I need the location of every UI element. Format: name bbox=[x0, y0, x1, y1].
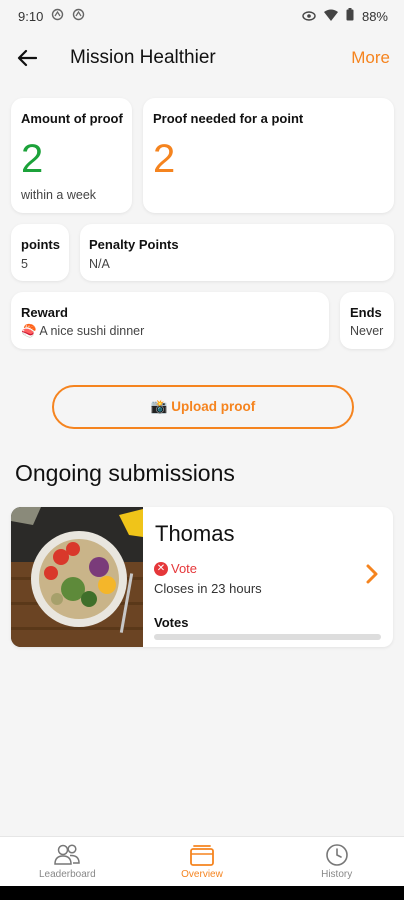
wifi-icon bbox=[323, 9, 338, 24]
submitter-name: Thomas bbox=[155, 521, 235, 546]
submission-card[interactable]: Thomas ✕ Vote Closes in 23 hours Votes bbox=[11, 507, 393, 647]
upload-proof-button[interactable]: 📸 Upload proof bbox=[52, 385, 354, 429]
bottom-nav: Leaderboard Overview History bbox=[0, 836, 404, 886]
section-title: Ongoing submissions bbox=[15, 460, 235, 486]
nav-overview[interactable]: Overview bbox=[135, 837, 270, 886]
reward-title: Reward bbox=[21, 305, 68, 320]
ends-card: Ends Never bbox=[340, 292, 394, 349]
battery-percent: 88% bbox=[361, 8, 388, 24]
vote-status[interactable]: ✕ Vote bbox=[154, 561, 197, 576]
amount-of-proof-card: Amount of proof 2 within a week bbox=[11, 98, 132, 213]
closes-text: Closes in 23 hours bbox=[154, 581, 262, 596]
penalty-points-title: Penalty Points bbox=[89, 237, 179, 252]
notification-icon-2 bbox=[72, 8, 85, 24]
clock-icon bbox=[325, 844, 348, 866]
proof-needed-card: Proof needed for a point 2 bbox=[143, 98, 394, 213]
battery-icon bbox=[346, 8, 354, 24]
penalty-points-card: Penalty Points N/A bbox=[80, 224, 394, 281]
amount-of-proof-subtitle: within a week bbox=[21, 188, 97, 202]
nav-label-leaderboard: Leaderboard bbox=[38, 869, 96, 880]
votes-label: Votes bbox=[154, 615, 189, 630]
chevron-right-icon[interactable] bbox=[365, 563, 379, 585]
more-button[interactable]: More bbox=[351, 48, 390, 68]
proof-needed-value: 2 bbox=[153, 137, 176, 181]
upload-proof-label: 📸 Upload proof bbox=[150, 399, 256, 414]
back-button[interactable] bbox=[14, 45, 40, 71]
nav-label-overview: Overview bbox=[181, 869, 223, 880]
status-time: 9:10 bbox=[18, 8, 44, 24]
nav-leaderboard[interactable]: Leaderboard bbox=[0, 837, 135, 886]
close-circle-icon: ✕ bbox=[154, 561, 168, 576]
notification-icon bbox=[51, 8, 64, 24]
app-bar: Mission Healthier More bbox=[0, 32, 404, 84]
penalty-points-value: N/A bbox=[89, 257, 110, 271]
arrow-left-icon bbox=[17, 49, 37, 67]
status-right: 88% bbox=[302, 8, 388, 24]
nav-label-history: History bbox=[321, 869, 353, 880]
reward-value: 🍣 A nice sushi dinner bbox=[21, 324, 145, 338]
ends-title: Ends bbox=[350, 305, 382, 320]
people-icon bbox=[54, 844, 81, 865]
eye-icon bbox=[302, 9, 316, 24]
amount-of-proof-value: 2 bbox=[21, 137, 44, 181]
food-photo bbox=[11, 507, 143, 647]
page-title: Mission Healthier bbox=[70, 47, 216, 68]
reward-card: Reward 🍣 A nice sushi dinner bbox=[11, 292, 329, 349]
nav-history[interactable]: History bbox=[269, 837, 404, 886]
status-bar: 9:10 88% bbox=[0, 0, 404, 32]
amount-of-proof-title: Amount of proof bbox=[21, 111, 123, 126]
overview-icon bbox=[190, 845, 214, 866]
system-gesture-bar bbox=[0, 886, 404, 900]
ends-value: Never bbox=[350, 324, 384, 338]
points-value: 5 bbox=[21, 257, 28, 271]
points-title: points bbox=[21, 237, 60, 252]
votes-progress-bar bbox=[154, 634, 381, 640]
proof-needed-title: Proof needed for a point bbox=[153, 111, 304, 126]
points-card: points 5 bbox=[11, 224, 69, 281]
vote-label: Vote bbox=[171, 561, 198, 576]
status-left: 9:10 bbox=[18, 8, 85, 24]
